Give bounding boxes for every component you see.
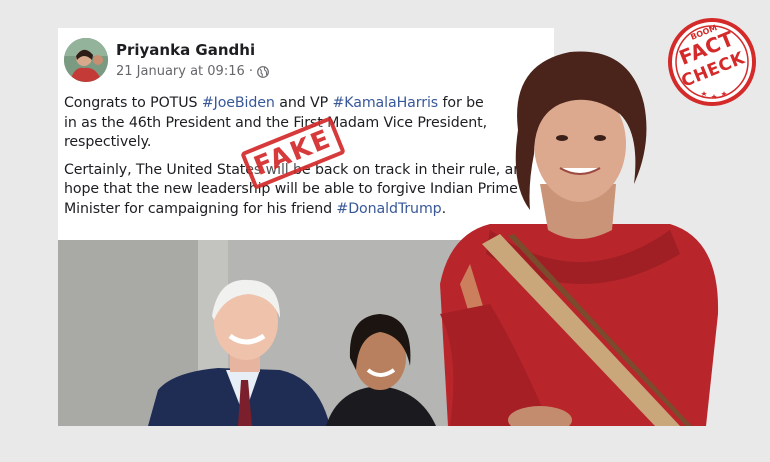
fact-check-graphic: Priyanka Gandhi 21 January at 09:16 · Co… (0, 0, 770, 462)
avatar-photo (64, 38, 108, 82)
avatar[interactable] (64, 38, 108, 82)
post-text-line: respectively. (64, 134, 152, 150)
globe-icon (257, 65, 269, 78)
post-text-segment: Congrats to POTUS (64, 95, 202, 111)
post-meta: 21 January at 09:16 · (116, 64, 269, 79)
fact-check-badge: BOOM FACT CHECK (662, 10, 762, 114)
post-text-segment: and VP (274, 95, 333, 111)
post-author[interactable]: Priyanka Gandhi (116, 41, 255, 59)
post-text-line: in as the 46th President and the First M… (64, 114, 488, 131)
post-text-line: Minister for campaigning for his friend (64, 200, 337, 217)
post-timestamp[interactable]: 21 January at 09:16 · (116, 64, 253, 79)
hashtag-kamalaharris[interactable]: #KamalaHarris (333, 95, 439, 111)
hashtag-donaldtrump[interactable]: #DonaldTrump (336, 201, 441, 217)
hashtag-joebiden[interactable]: #JoeBiden (202, 95, 275, 111)
